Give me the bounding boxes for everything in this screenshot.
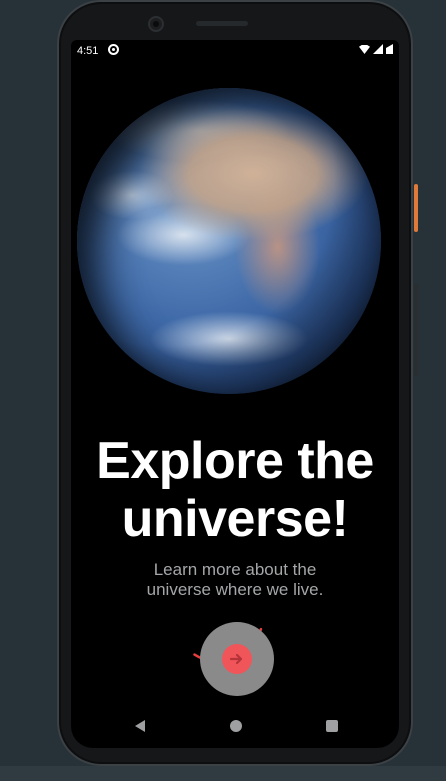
- app-screen: 4:51 Explore the universe! Learn more ab…: [71, 40, 399, 748]
- status-time: 4:51: [77, 45, 99, 57]
- desktop-bottom-strip: [0, 766, 446, 781]
- recent-apps-icon[interactable]: [326, 720, 338, 732]
- subtitle-line-2: universe where we live.: [146, 580, 324, 599]
- next-button[interactable]: [200, 622, 274, 696]
- status-icons: [359, 44, 393, 54]
- status-bar: 4:51: [71, 40, 399, 62]
- volume-rocker[interactable]: [414, 284, 418, 376]
- earth-shadow: [77, 88, 381, 394]
- back-icon[interactable]: [135, 720, 145, 732]
- signal-icon: [373, 44, 383, 54]
- title-line-2: universe!: [121, 490, 349, 548]
- sync-icon: [108, 44, 119, 55]
- front-camera-icon: [148, 16, 164, 32]
- system-nav-bar: [71, 710, 399, 748]
- power-button[interactable]: [414, 184, 418, 232]
- arrow-right-icon: [229, 653, 243, 665]
- battery-icon: [386, 44, 393, 54]
- next-button-core: [222, 644, 252, 674]
- subtitle-line-1: Learn more about the: [153, 560, 317, 579]
- onboarding-subtitle: Learn more about the universe where we l…: [121, 560, 349, 600]
- earpiece-speaker: [196, 21, 248, 26]
- title-line-1: Explore the: [96, 432, 374, 490]
- home-icon[interactable]: [230, 720, 242, 732]
- onboarding-title: Explore the universe!: [71, 432, 399, 548]
- wifi-icon: [359, 45, 370, 54]
